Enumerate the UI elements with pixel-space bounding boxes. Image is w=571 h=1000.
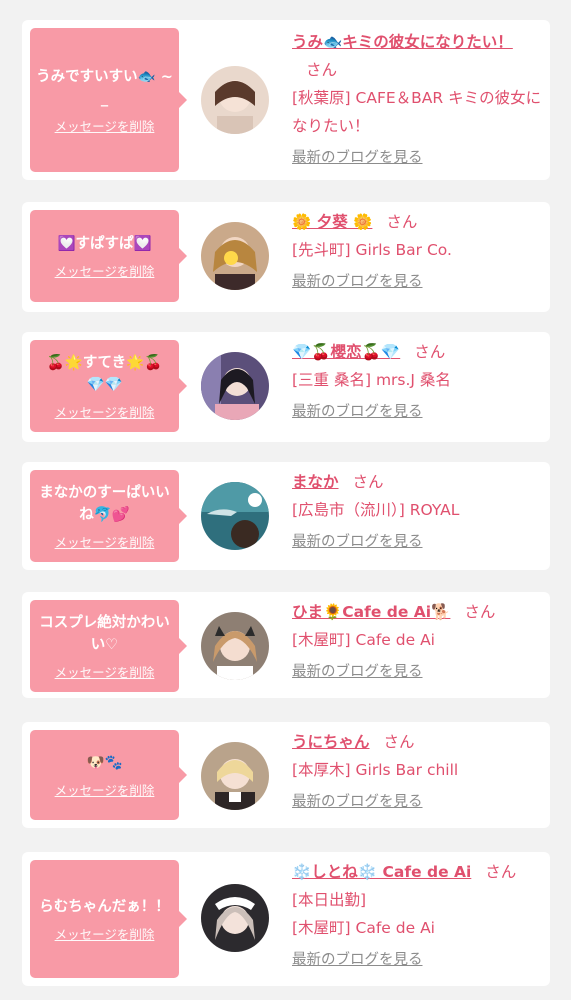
cast-info: 💎🍒櫻恋🍒💎 さん [三重 桑名] mrs.J 桑名 最新のブログを見る <box>292 338 542 421</box>
cast-info: うみ🐟キミの彼女になりたい！ さん [秋葉原] CAFE＆BAR キミの彼女になり… <box>292 28 542 167</box>
message-card: コスプレ絶対かわいい♡ メッセージを削除 ひま🌻Cafe de Ai🐕 さん [木… <box>22 592 550 698</box>
shop-info: [先斗町] Girls Bar Co. <box>292 241 452 259</box>
honorific: さん <box>414 343 446 361</box>
cast-name-row: うみ🐟キミの彼女になりたい！ さん <box>292 28 542 84</box>
cast-name-link[interactable]: ひま🌻Cafe de Ai🐕 <box>292 603 450 621</box>
cast-name-link[interactable]: うみ🐟キミの彼女になりたい！ <box>292 33 513 51</box>
cast-name-link[interactable]: ❄️しとね❄️ Cafe de Ai <box>292 863 471 881</box>
message-bubble: コスプレ絶対かわいい♡ メッセージを削除 <box>30 600 187 692</box>
cast-name-row: 🌼 夕葵 🌼 さん <box>292 208 542 236</box>
message-text: 🐶🐾 <box>86 754 123 771</box>
cast-name-row: うにちゃん さん <box>292 728 542 756</box>
cast-name-link[interactable]: 💎🍒櫻恋🍒💎 <box>292 343 400 361</box>
message-card: 💟すぱすぱ💟 メッセージを削除 🌼 夕葵 🌼 さん [先斗町] Girls Bar… <box>22 202 550 312</box>
message-text: 🍒🌟すてき🌟🍒 💎💎 <box>46 354 163 393</box>
shop-info: [木屋町] Cafe de Ai <box>292 919 435 937</box>
message-text: うみですいすい🐟 ~ _ <box>36 68 173 107</box>
message-bubble: 🍒🌟すてき🌟🍒 💎💎 メッセージを削除 <box>30 340 187 432</box>
attendance-status: [本日出勤] <box>292 891 367 909</box>
message-card: 🐶🐾 メッセージを削除 うにちゃん さん [本厚木] Girls Bar chil… <box>22 722 550 828</box>
message-card: 🍒🌟すてき🌟🍒 💎💎 メッセージを削除 💎🍒櫻恋🍒💎 さん [三重 桑名] mrs… <box>22 332 550 442</box>
message-card: らむちゃんだぁ！！ メッセージを削除 ❄️しとね❄️ Cafe de Ai さん … <box>22 852 550 986</box>
latest-blog-link[interactable]: 最新のブログを見る <box>292 270 423 291</box>
delete-message-link[interactable]: メッセージを削除 <box>55 924 155 943</box>
avatar[interactable] <box>201 742 269 810</box>
cast-info: 🌼 夕葵 🌼 さん [先斗町] Girls Bar Co. 最新のブログを見る <box>292 208 542 291</box>
honorific: さん <box>352 473 384 491</box>
message-text: 💟すぱすぱ💟 <box>57 235 152 252</box>
message-text: まなかのすーぱいいね🐬💕 <box>39 484 170 523</box>
honorific: さん <box>306 61 338 79</box>
shop-info: [本厚木] Girls Bar chill <box>292 761 459 779</box>
avatar[interactable] <box>201 222 269 290</box>
message-bubble: 💟すぱすぱ💟 メッセージを削除 <box>30 210 187 302</box>
honorific: さん <box>383 733 415 751</box>
message-list: うみですいすい🐟 ~ _ メッセージを削除 うみ🐟キミの彼女になりたい！ さん [… <box>0 0 571 1000</box>
message-card: うみですいすい🐟 ~ _ メッセージを削除 うみ🐟キミの彼女になりたい！ さん [… <box>22 20 550 180</box>
avatar[interactable] <box>201 482 269 550</box>
cast-name-row: ❄️しとね❄️ Cafe de Ai さん <box>292 858 542 886</box>
cast-info: ひま🌻Cafe de Ai🐕 さん [木屋町] Cafe de Ai 最新のブログ… <box>292 598 542 681</box>
delete-message-link[interactable]: メッセージを削除 <box>55 116 155 135</box>
shop-info: [秋葉原] CAFE＆BAR キミの彼女になりたい！ <box>292 89 542 135</box>
avatar[interactable] <box>201 612 269 680</box>
avatar[interactable] <box>201 352 269 420</box>
delete-message-link[interactable]: メッセージを削除 <box>55 662 155 681</box>
honorific: さん <box>485 863 517 881</box>
cast-info: まなか さん [広島市（流川）] ROYAL 最新のブログを見る <box>292 468 542 551</box>
cast-info: ❄️しとね❄️ Cafe de Ai さん [本日出勤] [木屋町] Cafe d… <box>292 858 542 969</box>
message-text: コスプレ絶対かわいい♡ <box>39 614 170 653</box>
delete-message-link[interactable]: メッセージを削除 <box>55 780 155 799</box>
message-bubble: らむちゃんだぁ！！ メッセージを削除 <box>30 860 187 978</box>
latest-blog-link[interactable]: 最新のブログを見る <box>292 790 423 811</box>
delete-message-link[interactable]: メッセージを削除 <box>55 261 155 280</box>
delete-message-link[interactable]: メッセージを削除 <box>55 402 155 421</box>
shop-info: [三重 桑名] mrs.J 桑名 <box>292 371 451 389</box>
message-text: らむちゃんだぁ！！ <box>39 898 170 915</box>
message-bubble: 🐶🐾 メッセージを削除 <box>30 730 187 820</box>
message-bubble: まなかのすーぱいいね🐬💕 メッセージを削除 <box>30 470 187 562</box>
cast-name-link[interactable]: うにちゃん <box>292 733 370 751</box>
shop-info: [広島市（流川）] ROYAL <box>292 501 460 519</box>
shop-info: [木屋町] Cafe de Ai <box>292 631 435 649</box>
latest-blog-link[interactable]: 最新のブログを見る <box>292 948 423 969</box>
avatar[interactable] <box>201 884 269 952</box>
honorific: さん <box>464 603 496 621</box>
cast-name-row: ひま🌻Cafe de Ai🐕 さん <box>292 598 542 626</box>
latest-blog-link[interactable]: 最新のブログを見る <box>292 146 423 167</box>
avatar[interactable] <box>201 66 269 134</box>
message-card: まなかのすーぱいいね🐬💕 メッセージを削除 まなか さん [広島市（流川）] RO… <box>22 462 550 570</box>
cast-name-link[interactable]: まなか <box>292 473 339 491</box>
cast-name-row: まなか さん <box>292 468 542 496</box>
delete-message-link[interactable]: メッセージを削除 <box>55 532 155 551</box>
cast-name-link[interactable]: 🌼 夕葵 🌼 <box>292 213 372 231</box>
latest-blog-link[interactable]: 最新のブログを見る <box>292 400 423 421</box>
cast-info: うにちゃん さん [本厚木] Girls Bar chill 最新のブログを見る <box>292 728 542 811</box>
latest-blog-link[interactable]: 最新のブログを見る <box>292 660 423 681</box>
honorific: さん <box>386 213 418 231</box>
latest-blog-link[interactable]: 最新のブログを見る <box>292 530 423 551</box>
message-bubble: うみですいすい🐟 ~ _ メッセージを削除 <box>30 28 187 172</box>
cast-name-row: 💎🍒櫻恋🍒💎 さん <box>292 338 542 366</box>
